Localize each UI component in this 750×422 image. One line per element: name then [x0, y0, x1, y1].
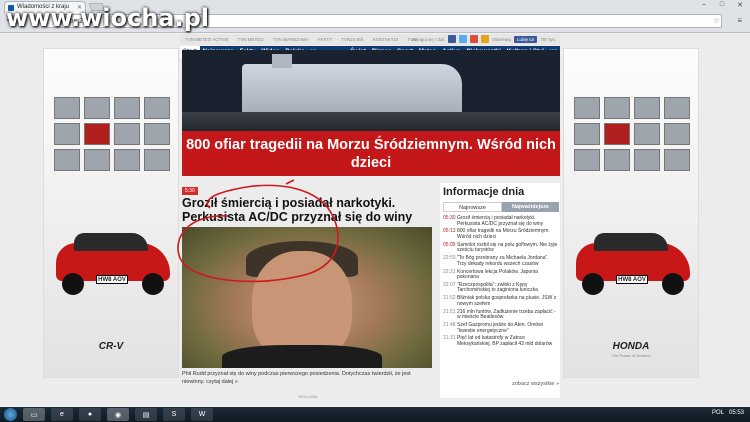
news-item[interactable]: 22:50 "To Bóg przebrany za Michaela Jorda… — [443, 255, 559, 267]
news-text[interactable]: Samolot rozbił się na polu golfowym. Nie… — [457, 242, 559, 254]
top-link[interactable]: TVN WARSZAWA — [273, 37, 309, 42]
hero-headline[interactable]: 800 ofiar tragedii na Morzu Śródziemnym.… — [182, 131, 560, 176]
news-time: 05:05 — [443, 241, 456, 248]
news-item[interactable]: 21:51 216 mln funtów. Zadłużenie trzeba z… — [443, 308, 559, 321]
like-count: 787 tys. — [540, 36, 556, 42]
news-text[interactable]: Szef Gazpromu jedzie do Aten. Omówi "kwe… — [457, 322, 559, 334]
car-image: HW8 AOV — [572, 229, 694, 299]
news-text[interactable]: Koncertowa lekcja Polaków. Japonia pokon… — [457, 269, 559, 281]
googleplus-icon[interactable] — [469, 35, 478, 43]
close-window-icon[interactable]: ✕ — [734, 1, 746, 9]
right-ad[interactable]: HW8 AOV HONDA The Power of Dreams — [563, 48, 699, 378]
article-caption: Phil Rudd przyznał się do winy podczas p… — [182, 370, 434, 386]
news-panel: Informacje dnia Najnowsze Najważniejsze … — [440, 183, 560, 398]
taskbar-firefox-icon[interactable]: ● — [79, 408, 101, 421]
minimize-icon[interactable]: – — [698, 1, 710, 9]
rss-icon[interactable] — [480, 35, 489, 43]
see-all-link[interactable]: zobacz wszystkie » — [512, 381, 559, 387]
news-item[interactable]: 05:05 Samolot rozbił się na polu golfowym… — [443, 241, 559, 254]
top-link[interactable]: KONTAKT24 — [373, 37, 399, 42]
hero-story[interactable]: 800 ofiar tragedii na Morzu Śródziemnym.… — [182, 50, 560, 176]
top-link[interactable]: TVN24 BiŚ — [341, 37, 363, 42]
bookmark-star-icon[interactable]: ☆ — [713, 16, 720, 25]
news-text[interactable]: "To Bóg przebrany za Michaela Jordana". … — [457, 255, 559, 267]
news-item[interactable]: 22:21 Koncertowa lekcja Polaków. Japonia … — [443, 268, 559, 281]
news-text[interactable]: Groził śmiercią i posiadał narkotyki. Pe… — [457, 215, 559, 227]
car-image: HW8 AOV — [52, 229, 174, 299]
news-text[interactable]: Pięć lat od katastrofy w Zatoce Meksykań… — [457, 336, 559, 347]
news-time: 22:21 — [443, 268, 456, 275]
tab-latest[interactable]: Najnowsze — [443, 202, 502, 212]
news-panel-title: Informacje dnia — [443, 186, 525, 198]
ad-tagline: The Power of Dreams — [611, 353, 651, 358]
top-strip: TVN METEO ACTIVE TVN METEO TVN WARSZAWA FAK… — [180, 34, 560, 45]
ship-image — [242, 54, 462, 114]
top-link[interactable]: FAKTY — [318, 37, 332, 42]
news-time: 21:31 — [443, 335, 456, 342]
license-plate: HW8 AOV — [616, 275, 648, 284]
login-link[interactable]: Zaloguj się / Zał. — [412, 37, 445, 42]
news-item[interactable]: 21:52 Bliźniak polska gospodarka na plusi… — [443, 295, 559, 307]
taskbar-skype-icon[interactable]: S — [163, 408, 185, 421]
news-time: 21:51 — [443, 308, 456, 315]
ad-brand-name: HONDA — [612, 341, 650, 352]
news-time: 22:07 — [443, 281, 456, 288]
news-text[interactable]: 800 ofiar tragedii na Morzu Śródziemnym.… — [457, 229, 559, 240]
taskbar: ▭ e ● ◉ ▤ S W POL 05:53 — [0, 407, 750, 422]
red-marker-scribble — [177, 179, 339, 283]
tab-important[interactable]: Najważniejsze — [502, 202, 559, 212]
watermark: www.wiocha.pl — [6, 4, 210, 32]
license-plate: HW8 AOV — [96, 275, 128, 284]
crowd-image — [182, 112, 560, 132]
news-time: 21:52 — [443, 295, 456, 302]
news-time: 21:48 — [443, 322, 456, 328]
news-list: 05:30 Groził śmiercią i posiadał narkotyk… — [443, 215, 559, 350]
ad-label: REKLAMA — [298, 394, 318, 399]
maximize-icon[interactable]: □ — [716, 1, 728, 9]
top-link[interactable]: TVN METEO ACTIVE — [185, 37, 229, 42]
ad-shapes-grid — [54, 97, 170, 171]
clock[interactable]: 05:53 — [729, 410, 744, 416]
news-text[interactable]: 216 mln funtów. Zadłużenie trzeba zapłac… — [457, 309, 559, 321]
language-indicator[interactable]: POL — [712, 410, 724, 416]
news-item[interactable]: 05:30 Groził śmiercią i posiadał narkotyk… — [443, 215, 559, 227]
twitter-icon[interactable] — [458, 35, 467, 43]
taskbar-chrome-icon[interactable]: ◉ — [107, 408, 129, 421]
taskbar-ie-icon[interactable]: e — [51, 408, 73, 421]
news-text[interactable]: Bliźniak polska gospodarka na plusie. JS… — [457, 295, 559, 307]
ad-model-name: CR-V — [98, 341, 124, 352]
taskbar-folder-icon[interactable]: ▤ — [135, 408, 157, 421]
news-item[interactable]: 05:13 800 ofiar tragedii na Morzu Śródzie… — [443, 229, 559, 240]
web-page: TVN METEO ACTIVE TVN METEO TVN WARSZAWA FAK… — [0, 34, 750, 406]
news-time: 05:30 — [443, 215, 456, 221]
ad-shapes-grid — [574, 97, 690, 171]
facebook-icon[interactable] — [447, 35, 456, 43]
read-more-link[interactable]: czytaj dalej » — [206, 379, 238, 385]
taskbar-explorer-icon[interactable]: ▭ — [23, 408, 45, 421]
follow-link[interactable]: Obserwuj — [492, 37, 511, 42]
news-tabs: Najnowsze Najważniejsze — [443, 202, 559, 212]
news-item[interactable]: 22:07 "Rzeczpospolita": zwłoki z Kępy Tar… — [443, 281, 559, 294]
news-time: 22:50 — [443, 255, 456, 262]
top-link[interactable]: TVN METEO — [238, 37, 264, 42]
top-right: Zaloguj się / Zał. Obserwuj Lubię to! 78… — [412, 35, 556, 43]
window-controls: – □ ✕ — [698, 1, 746, 9]
system-tray: POL 05:53 — [712, 410, 744, 416]
news-item[interactable]: 21:31 Pięć lat od katastrofy w Zatoce Mek… — [443, 336, 559, 347]
top-links: TVN METEO ACTIVE TVN METEO TVN WARSZAWA FAK… — [185, 37, 417, 42]
like-button[interactable]: Lubię to! — [513, 35, 538, 43]
start-button[interactable] — [4, 408, 17, 421]
left-ad[interactable]: HW8 AOV CR-V — [43, 48, 179, 378]
news-item[interactable]: 21:48 Szef Gazpromu jedzie do Aten. Omówi… — [443, 322, 559, 334]
menu-icon[interactable]: ≡ — [737, 16, 742, 25]
taskbar-word-icon[interactable]: W — [191, 408, 213, 421]
news-time: 05:13 — [443, 228, 456, 235]
news-text[interactable]: "Rzeczpospolita": zwłoki z Kępy Tarchomi… — [457, 282, 559, 294]
